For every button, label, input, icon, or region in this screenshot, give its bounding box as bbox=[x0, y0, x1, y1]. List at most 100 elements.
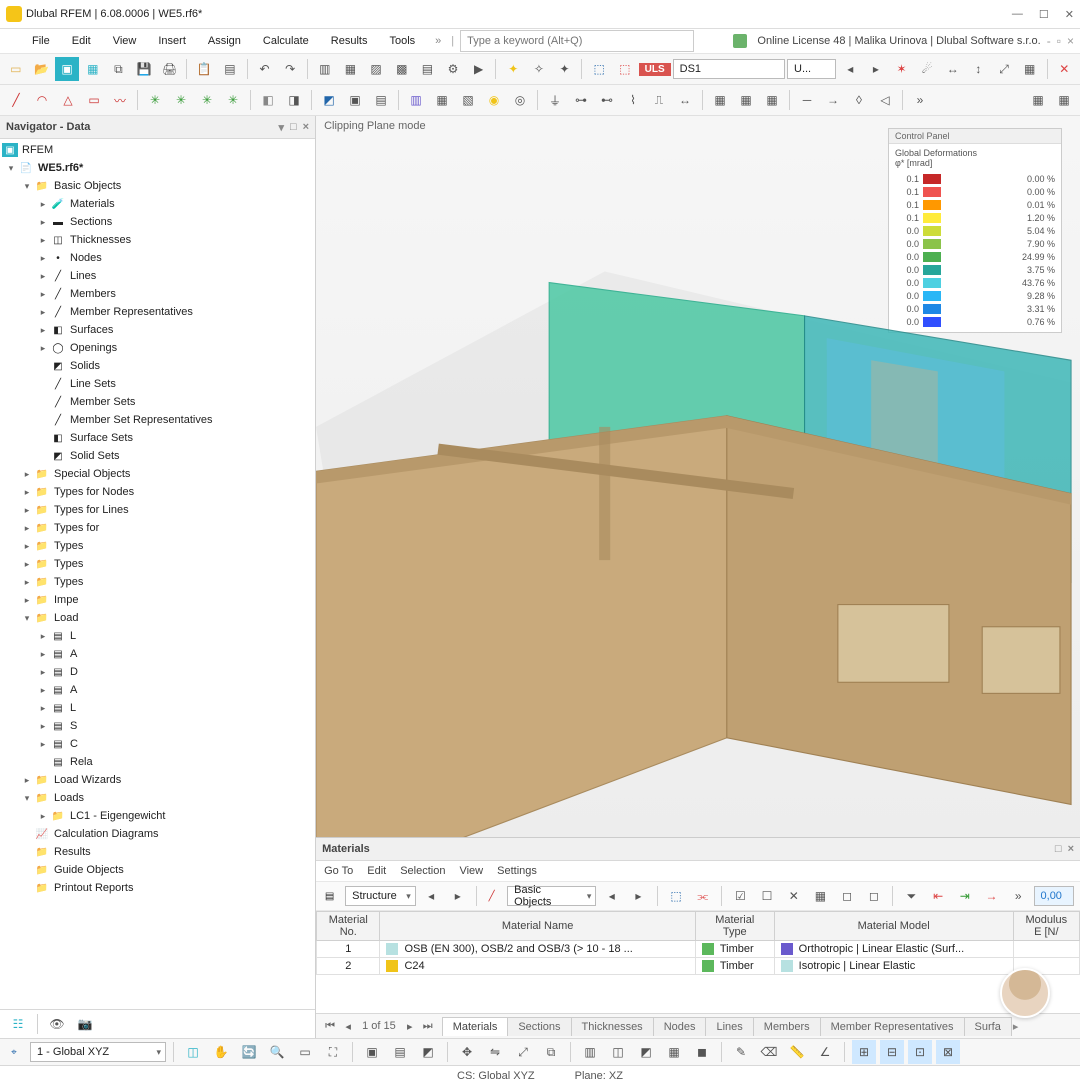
tree-item[interactable]: ◩Solid Sets bbox=[0, 447, 315, 465]
t2-line2-icon[interactable]: ─ bbox=[795, 88, 819, 112]
twister-icon[interactable]: ▸ bbox=[20, 487, 34, 498]
mat-menu-settings[interactable]: Settings bbox=[497, 865, 537, 877]
run-icon[interactable]: ▶ bbox=[467, 57, 491, 81]
pan-icon[interactable]: ✋ bbox=[209, 1040, 233, 1064]
sheet-icon[interactable]: ▤ bbox=[416, 57, 440, 81]
next-icon[interactable]: ▸ bbox=[864, 57, 888, 81]
prev-page-icon[interactable]: ◂ bbox=[340, 1020, 356, 1033]
t2-rect-icon[interactable]: ▭ bbox=[82, 88, 106, 112]
tree-loads[interactable]: Loads bbox=[54, 792, 84, 804]
select-icon[interactable]: ⬚ bbox=[587, 57, 611, 81]
mat-menu-goto[interactable]: Go To bbox=[324, 865, 353, 877]
maximize-button[interactable]: ☐ bbox=[1039, 8, 1049, 21]
t2-trap-icon[interactable]: ◊ bbox=[847, 88, 871, 112]
navigator-tree[interactable]: ▣RFEM ▾📄WE5.rf6* ▾📁Basic Objects ▸🧪Mater… bbox=[0, 139, 315, 1009]
pencil-icon[interactable]: ✎ bbox=[729, 1040, 753, 1064]
tree-types-lines[interactable]: Types for Lines bbox=[54, 504, 129, 516]
tree-item[interactable]: D bbox=[70, 666, 78, 678]
tree-special-objects[interactable]: Special Objects bbox=[54, 468, 130, 480]
tree-item[interactable]: ▸◧Surfaces bbox=[0, 321, 315, 339]
menu-tools[interactable]: Tools bbox=[379, 32, 425, 50]
star-icon[interactable]: ✶ bbox=[890, 57, 914, 81]
right-icon[interactable]: ⇥ bbox=[953, 884, 976, 908]
navigator-restore-icon[interactable]: □ bbox=[290, 121, 297, 134]
t2-node2-icon[interactable]: ✳ bbox=[169, 88, 193, 112]
t2-mesh-icon[interactable]: ▦ bbox=[708, 88, 732, 112]
view-xz-icon[interactable]: ▤ bbox=[388, 1040, 412, 1064]
section-icon[interactable]: ▥ bbox=[578, 1040, 602, 1064]
tree-load-wizards[interactable]: Load Wizards bbox=[54, 774, 121, 786]
left-icon[interactable]: ⇤ bbox=[927, 884, 950, 908]
uls-badge[interactable]: ULS bbox=[639, 63, 671, 76]
link-icon[interactable]: ⫘ bbox=[691, 884, 714, 908]
tree-file[interactable]: WE5.rf6* bbox=[38, 162, 83, 174]
list-icon[interactable]: ▤ bbox=[218, 57, 242, 81]
select-icon[interactable]: ◫ bbox=[181, 1040, 205, 1064]
tree-load-cases[interactable]: Load bbox=[54, 612, 78, 624]
t2-surface-icon[interactable]: ◧ bbox=[256, 88, 280, 112]
twister-icon[interactable]: ▸ bbox=[20, 469, 34, 480]
tree-item[interactable]: ▸•Nodes bbox=[0, 249, 315, 267]
arrow-icon[interactable]: → bbox=[980, 884, 1003, 908]
x-icon[interactable]: ✕ bbox=[782, 884, 805, 908]
t2-grid2-icon[interactable]: ▦ bbox=[1052, 88, 1076, 112]
sub-minimize-icon[interactable]: - bbox=[1047, 34, 1051, 48]
t2-cube3-icon[interactable]: ▤ bbox=[369, 88, 393, 112]
mirror-icon[interactable]: ⇋ bbox=[483, 1040, 507, 1064]
snap3-icon[interactable]: ⊡ bbox=[908, 1040, 932, 1064]
basic-objects-combo[interactable]: Basic Objects bbox=[507, 886, 596, 906]
copy-icon[interactable]: ⧉ bbox=[107, 57, 131, 81]
menu-assign[interactable]: Assign bbox=[198, 32, 251, 50]
solid-icon[interactable]: ◼ bbox=[690, 1040, 714, 1064]
fit-icon[interactable]: ⛶ bbox=[321, 1040, 345, 1064]
grid-icon[interactable]: ▦ bbox=[809, 884, 832, 908]
table-row[interactable]: 2 C24 Timber Isotropic | Linear Elastic bbox=[317, 958, 1080, 975]
materials-tab[interactable]: Lines bbox=[705, 1017, 753, 1036]
t2-more-icon[interactable]: » bbox=[908, 88, 932, 112]
viewport-3d[interactable]: Clipping Plane mode Control Panel Global… bbox=[316, 116, 1080, 837]
window-icon[interactable]: ▭ bbox=[293, 1040, 317, 1064]
twister-icon[interactable]: ▾ bbox=[4, 163, 18, 174]
menu-insert[interactable]: Insert bbox=[148, 32, 196, 50]
eraser-icon[interactable]: ⌫ bbox=[757, 1040, 781, 1064]
box-icon[interactable]: ▦ bbox=[81, 57, 105, 81]
select-tool-icon[interactable]: ⬚ bbox=[665, 884, 688, 908]
t2-cube2-icon[interactable]: ▣ bbox=[343, 88, 367, 112]
angle-icon[interactable]: ∠ bbox=[813, 1040, 837, 1064]
tree-root[interactable]: RFEM bbox=[22, 144, 53, 156]
filter2-icon[interactable]: ✧ bbox=[527, 57, 551, 81]
tree-item[interactable]: ◩Solids bbox=[0, 357, 315, 375]
precision-button[interactable]: 0,00 bbox=[1034, 886, 1074, 906]
move-icon[interactable]: ✥ bbox=[455, 1040, 479, 1064]
tree-item[interactable]: Rela bbox=[70, 756, 93, 768]
close-button[interactable]: ✕ bbox=[1065, 8, 1074, 21]
t2-mesh2-icon[interactable]: ▦ bbox=[734, 88, 758, 112]
dim-y-icon[interactable]: ↕ bbox=[967, 57, 991, 81]
funnel-icon[interactable]: ⏷ bbox=[900, 884, 923, 908]
tree-calc-diagrams[interactable]: Calculation Diagrams bbox=[54, 828, 159, 840]
tree-item[interactable]: S bbox=[70, 720, 77, 732]
navigator-float-icon[interactable]: ▾ bbox=[278, 121, 284, 134]
t2-dim-icon[interactable]: ↔ bbox=[673, 88, 697, 112]
save-icon[interactable]: 💾 bbox=[132, 57, 156, 81]
materials-tab[interactable]: Member Representatives bbox=[820, 1017, 965, 1036]
materials-tab[interactable]: Nodes bbox=[653, 1017, 707, 1036]
twister-icon[interactable]: ▾ bbox=[20, 181, 34, 192]
redo-icon[interactable]: ↷ bbox=[278, 57, 302, 81]
clipboard-icon[interactable]: 📋 bbox=[192, 57, 216, 81]
uncheck-icon[interactable]: ☐ bbox=[756, 884, 779, 908]
tree-item[interactable]: Types bbox=[54, 576, 83, 588]
t2-release-icon[interactable]: ⊶ bbox=[569, 88, 593, 112]
t2-node-icon[interactable]: ✳ bbox=[143, 88, 167, 112]
clip-icon[interactable]: ◫ bbox=[606, 1040, 630, 1064]
nav-tree-icon[interactable]: ☷ bbox=[6, 1012, 30, 1036]
t2-spline-icon[interactable]: 〰 bbox=[108, 88, 132, 112]
t2-tri-icon[interactable]: ◁ bbox=[873, 88, 897, 112]
t2-cs1-icon[interactable]: ▥ bbox=[404, 88, 428, 112]
t2-node3-icon[interactable]: ✳ bbox=[195, 88, 219, 112]
shade-icon[interactable]: ◩ bbox=[634, 1040, 658, 1064]
panel3-icon[interactable]: ▨ bbox=[364, 57, 388, 81]
t2-surface2-icon[interactable]: ◨ bbox=[282, 88, 306, 112]
filter3-icon[interactable]: ✦ bbox=[553, 57, 577, 81]
first-page-icon[interactable]: ⏮ bbox=[322, 1020, 338, 1033]
